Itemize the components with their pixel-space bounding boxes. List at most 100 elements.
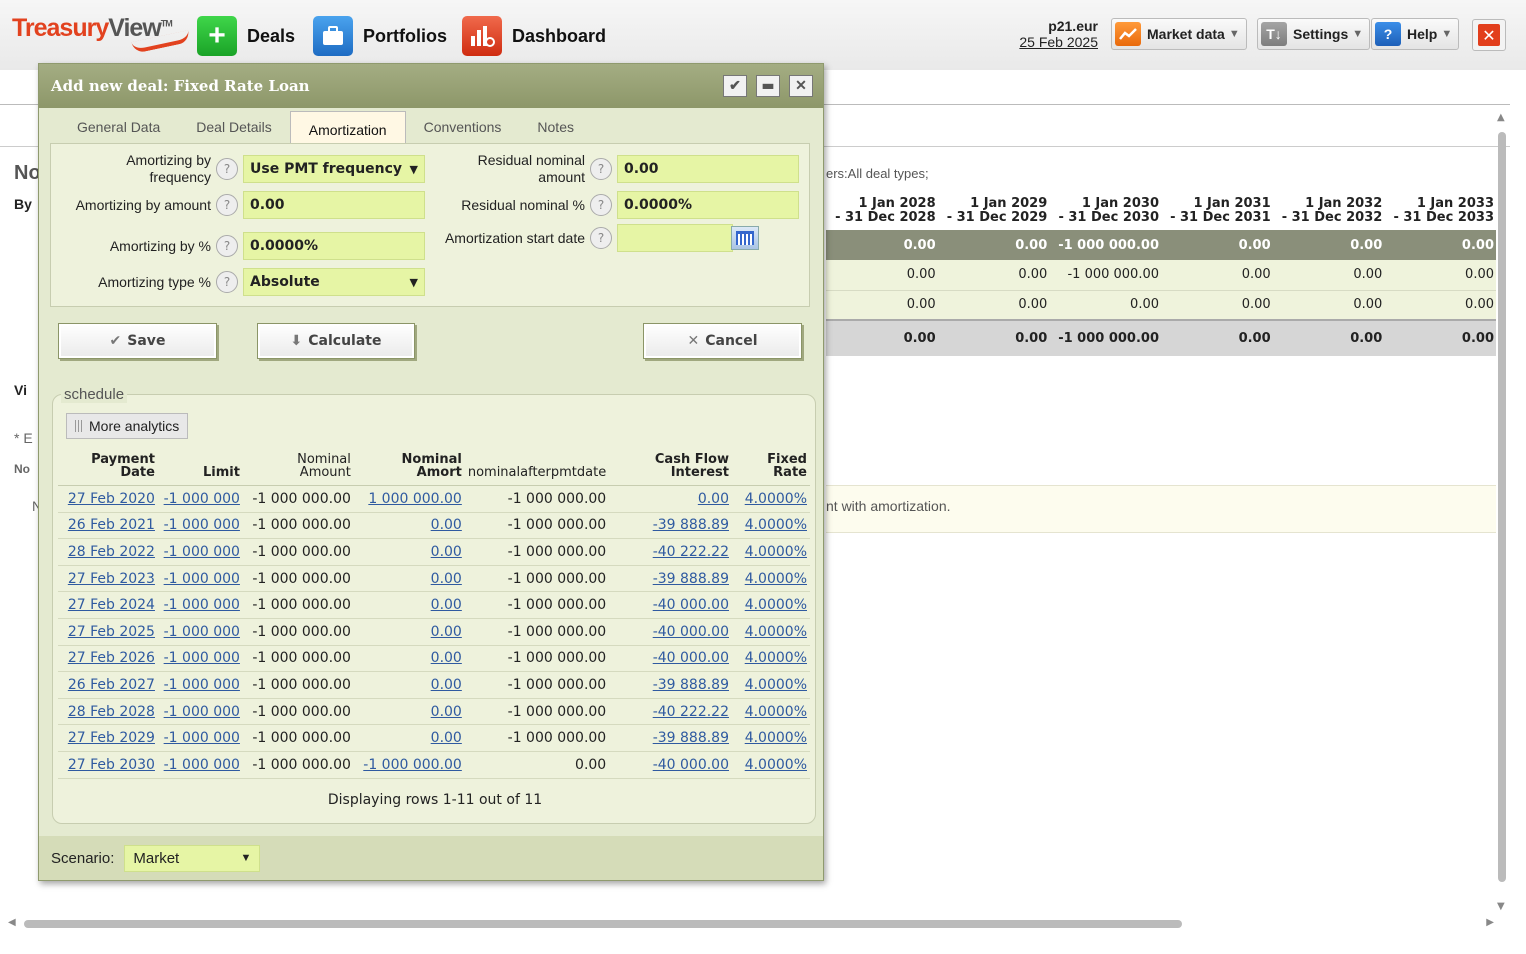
tab-amortization[interactable]: Amortization: [289, 111, 406, 143]
scroll-left-icon[interactable]: ◀: [8, 917, 16, 928]
help-icon[interactable]: ?: [216, 235, 238, 257]
help-icon[interactable]: ?: [216, 194, 238, 216]
schedule-cell-link[interactable]: -1 000 000.00: [363, 757, 462, 773]
schedule-cell-link[interactable]: 4.0000%: [745, 704, 807, 720]
help-icon[interactable]: ?: [590, 158, 612, 180]
schedule-cell-link[interactable]: 28 Feb 2022: [68, 544, 155, 560]
help-button[interactable]: ? Help ▼: [1371, 18, 1460, 50]
horizontal-scrollbar[interactable]: ◀ ▶: [8, 917, 1494, 930]
schedule-cell-link[interactable]: 4.0000%: [745, 597, 807, 613]
amortizing-pct-input[interactable]: 0.0000%: [243, 232, 425, 260]
schedule-cell-link[interactable]: 0.00: [431, 677, 462, 693]
nav-deals-button[interactable]: + Deals: [197, 16, 295, 56]
close-icon[interactable]: ✕: [789, 75, 813, 97]
schedule-column-header[interactable]: Fixed Rate: [732, 453, 810, 486]
tab-deal-details[interactable]: Deal Details: [178, 111, 289, 143]
schedule-cell-link[interactable]: 0.00: [431, 517, 462, 533]
schedule-cell-link[interactable]: -1 000 000: [164, 624, 240, 640]
schedule-cell-link[interactable]: 27 Feb 2030: [68, 757, 155, 773]
schedule-cell-link[interactable]: 0.00: [698, 491, 729, 507]
dialog-title-bar[interactable]: Add new deal: Fixed Rate Loan ✔ ▬ ✕: [39, 64, 823, 108]
schedule-cell-link[interactable]: 27 Feb 2029: [68, 730, 155, 746]
schedule-cell-link[interactable]: 4.0000%: [745, 757, 807, 773]
amortizing-amount-input[interactable]: 0.00: [243, 191, 425, 219]
tab-conventions[interactable]: Conventions: [406, 111, 520, 143]
schedule-cell-link[interactable]: -40 000.00: [653, 757, 729, 773]
schedule-cell-link[interactable]: 0.00: [431, 544, 462, 560]
schedule-column-header[interactable]: Payment Date: [58, 453, 158, 486]
schedule-cell-link[interactable]: -40 000.00: [653, 624, 729, 640]
amortizing-frequency-select[interactable]: Use PMT frequency ▼: [243, 155, 425, 183]
schedule-cell-link[interactable]: 4.0000%: [745, 571, 807, 587]
nav-portfolios-button[interactable]: Portfolios: [313, 16, 447, 56]
residual-pct-input[interactable]: 0.0000%: [617, 191, 799, 219]
residual-amount-input[interactable]: 0.00: [617, 155, 799, 183]
schedule-cell-link[interactable]: 0.00: [431, 624, 462, 640]
schedule-cell-link[interactable]: -1 000 000: [164, 757, 240, 773]
schedule-cell-link[interactable]: 4.0000%: [745, 491, 807, 507]
amortizing-type-select[interactable]: Absolute ▼: [243, 268, 425, 296]
schedule-column-header[interactable]: Cash Flow Interest: [609, 453, 732, 486]
schedule-cell-link[interactable]: 4.0000%: [745, 544, 807, 560]
horizontal-scroll-thumb[interactable]: [24, 920, 1182, 928]
schedule-cell-link[interactable]: 0.00: [431, 730, 462, 746]
schedule-cell-link[interactable]: 26 Feb 2021: [68, 517, 155, 533]
schedule-cell-link[interactable]: 4.0000%: [745, 517, 807, 533]
schedule-cell-link[interactable]: 27 Feb 2020: [68, 491, 155, 507]
schedule-cell-link[interactable]: -40 000.00: [653, 597, 729, 613]
help-icon[interactable]: ?: [216, 158, 238, 180]
schedule-cell-link[interactable]: -39 888.89: [653, 571, 729, 587]
scroll-up-icon[interactable]: ▲: [1497, 112, 1505, 123]
schedule-cell-link[interactable]: 4.0000%: [745, 677, 807, 693]
schedule-cell-link[interactable]: 4.0000%: [745, 650, 807, 666]
schedule-cell-link[interactable]: -1 000 000: [164, 650, 240, 666]
scroll-down-icon[interactable]: ▼: [1497, 901, 1505, 912]
calendar-icon[interactable]: [731, 226, 759, 250]
minimize-icon[interactable]: ▬: [756, 75, 780, 97]
market-data-button[interactable]: Market data ▼: [1111, 18, 1247, 50]
schedule-cell-link[interactable]: 0.00: [431, 650, 462, 666]
schedule-cell-link[interactable]: -39 888.89: [653, 517, 729, 533]
more-analytics-button[interactable]: More analytics: [66, 413, 189, 439]
cancel-button[interactable]: ✕ Cancel: [643, 323, 802, 359]
tab-general-data[interactable]: General Data: [59, 111, 178, 143]
schedule-cell-link[interactable]: 0.00: [431, 597, 462, 613]
save-button[interactable]: ✔ Save: [58, 323, 217, 359]
schedule-cell-link[interactable]: -1 000 000: [164, 704, 240, 720]
scenario-select[interactable]: Market ▼: [124, 844, 261, 872]
schedule-cell-link[interactable]: 0.00: [431, 571, 462, 587]
schedule-cell-link[interactable]: -1 000 000: [164, 730, 240, 746]
scroll-right-icon[interactable]: ▶: [1486, 917, 1494, 928]
schedule-cell-link[interactable]: -40 000.00: [653, 650, 729, 666]
current-date-link[interactable]: 25 Feb 2025: [1019, 34, 1098, 50]
settings-button[interactable]: T↓ Settings ▼: [1257, 18, 1371, 50]
vertical-scrollbar[interactable]: ▲ ▼: [1496, 112, 1508, 912]
vertical-scroll-thumb[interactable]: [1498, 132, 1506, 882]
schedule-cell-link[interactable]: -39 888.89: [653, 677, 729, 693]
schedule-cell-link[interactable]: 4.0000%: [745, 730, 807, 746]
schedule-cell-link[interactable]: 1 000 000.00: [368, 491, 462, 507]
schedule-cell-link[interactable]: -1 000 000: [164, 491, 240, 507]
check-icon[interactable]: ✔: [723, 75, 747, 97]
help-icon[interactable]: ?: [216, 271, 238, 293]
schedule-cell-link[interactable]: 27 Feb 2024: [68, 597, 155, 613]
schedule-cell-link[interactable]: -1 000 000: [164, 597, 240, 613]
schedule-cell-link[interactable]: -1 000 000: [164, 517, 240, 533]
schedule-cell-link[interactable]: 27 Feb 2026: [68, 650, 155, 666]
schedule-cell-link[interactable]: -1 000 000: [164, 544, 240, 560]
schedule-cell-link[interactable]: 27 Feb 2023: [68, 571, 155, 587]
schedule-column-header[interactable]: nominalafterpmtdate: [464, 453, 610, 486]
schedule-column-header[interactable]: Limit: [157, 453, 243, 486]
schedule-cell-link[interactable]: -40 222.22: [653, 544, 729, 560]
schedule-cell-link[interactable]: 28 Feb 2028: [68, 704, 155, 720]
logout-button[interactable]: ✕: [1472, 19, 1506, 51]
nav-dashboard-button[interactable]: Dashboard: [462, 16, 606, 56]
schedule-cell-link[interactable]: 26 Feb 2027: [68, 677, 155, 693]
tab-notes[interactable]: Notes: [519, 111, 592, 143]
help-icon[interactable]: ?: [590, 227, 612, 249]
schedule-cell-link[interactable]: -39 888.89: [653, 730, 729, 746]
treasuryview-logo[interactable]: TreasuryViewTM: [12, 14, 191, 54]
schedule-column-header[interactable]: Nominal Amort: [353, 453, 465, 486]
help-icon[interactable]: ?: [590, 194, 612, 216]
schedule-cell-link[interactable]: 4.0000%: [745, 624, 807, 640]
